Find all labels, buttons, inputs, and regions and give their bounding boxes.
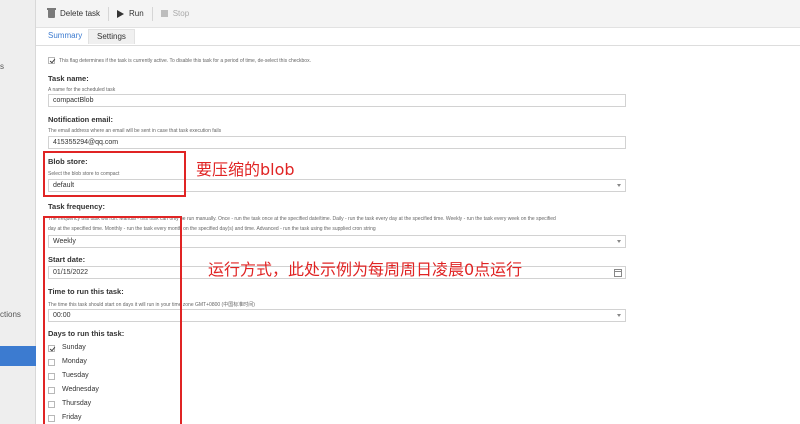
annotation-box-schedule bbox=[43, 216, 182, 424]
tab-settings[interactable]: Settings bbox=[88, 29, 135, 44]
notification-email-hint: The email address where an email will be… bbox=[48, 128, 222, 134]
play-icon bbox=[117, 9, 125, 18]
sidebar-item-active[interactable] bbox=[0, 346, 36, 366]
tab-summary[interactable]: Summary bbox=[48, 31, 82, 44]
stop-label: Stop bbox=[172, 9, 190, 18]
annotation-blob-note: 要压缩的blob bbox=[196, 160, 295, 179]
task-toolbar: Delete task Run Stop bbox=[36, 0, 800, 28]
annotation-schedule-note: 运行方式，此处示例为每周周日凌晨0点运行 bbox=[208, 260, 523, 279]
left-sidebar: s ctions bbox=[0, 0, 36, 424]
delete-task-button[interactable]: Delete task bbox=[42, 6, 106, 21]
toolbar-divider bbox=[151, 6, 153, 21]
notification-email-label: Notification email: bbox=[48, 115, 114, 124]
annotation-box-blob-store bbox=[43, 151, 186, 197]
tab-bar: Summary Settings bbox=[36, 28, 800, 46]
notification-email-value: 415355294@qq.com bbox=[53, 139, 119, 146]
task-name-value: compactBlob bbox=[53, 97, 94, 104]
run-label: Run bbox=[129, 9, 144, 18]
stop-button[interactable]: Stop bbox=[155, 6, 195, 21]
sidebar-item-label[interactable]: ctions bbox=[0, 310, 21, 319]
toolbar-divider bbox=[108, 6, 110, 21]
delete-task-label: Delete task bbox=[60, 9, 101, 18]
calendar-icon[interactable] bbox=[614, 269, 622, 277]
chevron-down-icon bbox=[617, 184, 621, 187]
sidebar-text-fragment: s bbox=[0, 62, 4, 71]
enabled-hint: This flag determines if the task is curr… bbox=[59, 58, 311, 64]
task-frequency-label: Task frequency: bbox=[48, 202, 105, 211]
run-button[interactable]: Run bbox=[111, 6, 150, 21]
enabled-checkbox[interactable] bbox=[48, 57, 55, 64]
task-name-input[interactable]: compactBlob bbox=[48, 94, 626, 107]
notification-email-input[interactable]: 415355294@qq.com bbox=[48, 136, 626, 149]
stop-icon bbox=[160, 10, 168, 17]
trash-icon bbox=[47, 8, 56, 18]
task-name-hint: A name for the scheduled task bbox=[48, 87, 116, 93]
chevron-down-icon bbox=[617, 314, 621, 317]
task-name-label: Task name: bbox=[48, 74, 89, 83]
chevron-down-icon bbox=[617, 240, 621, 243]
